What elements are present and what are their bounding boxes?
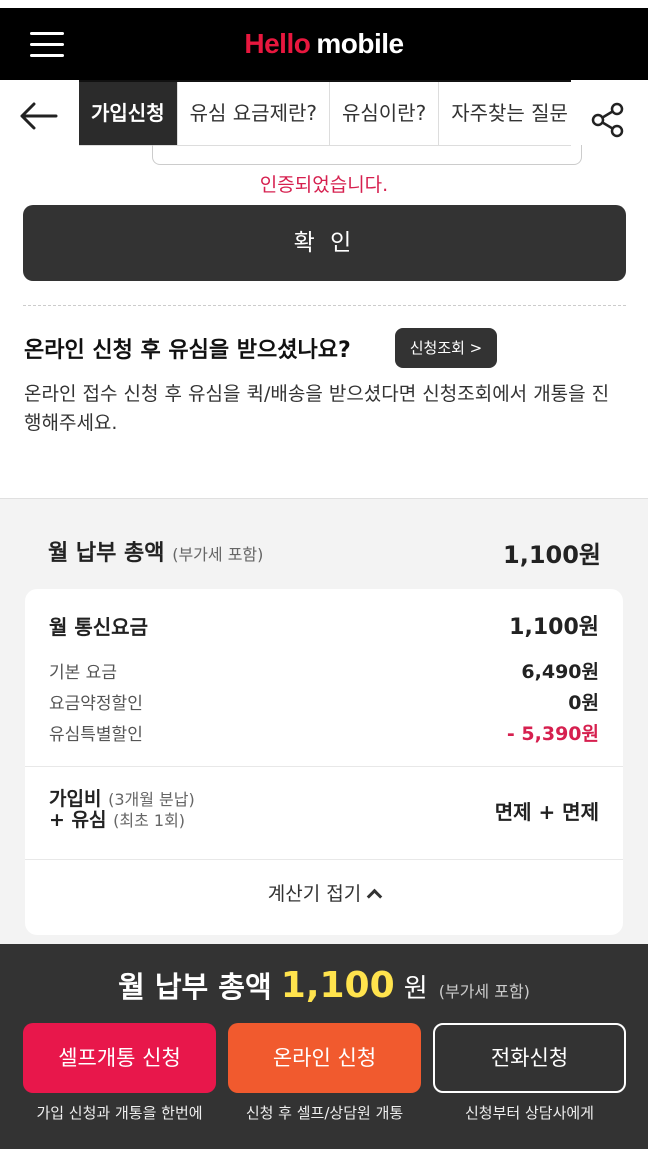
sim-fee-note: (최초 1회) xyxy=(113,811,186,830)
self-activation-sub: 가입 신청과 개통을 한번에 xyxy=(36,1104,203,1122)
tab-bar: 가입신청 유심 요금제란? 유심이란? 자주찾는 질문 xyxy=(79,80,571,146)
logo-mobile: mobile xyxy=(316,28,404,59)
sim-received-title: 온라인 신청 후 유심을 받으셨나요? xyxy=(24,338,351,363)
fee-breakdown-card: 월 통신요금 1,100원 기본 요금 6,490원 요금약정할인 0원 유심특… xyxy=(25,589,623,935)
logo-hello: Hello xyxy=(244,28,311,59)
fee-item-base: 기본 요금 6,490원 xyxy=(49,657,599,684)
app-header: Hello mobile xyxy=(0,8,648,80)
fee-item-contract-discount: 요금약정할인 0원 xyxy=(49,688,599,715)
card-divider xyxy=(25,859,623,860)
verification-input-bottom[interactable] xyxy=(152,145,582,165)
bottom-total-unit: 원 xyxy=(403,974,428,1004)
join-fee-row: 가입비 (3개월 분납) + 유심 (최초 1회) 면제 + 면제 xyxy=(49,789,599,831)
bottom-total-amount: 1,100 xyxy=(280,965,395,1006)
monthly-total-label: 월 납부 총액 (부가세 포함) xyxy=(48,535,263,567)
join-fee-label: 가입비 xyxy=(49,788,102,810)
fee-item-label: 요금약정할인 xyxy=(49,694,143,714)
fee-item-value: 6,490원 xyxy=(521,661,599,683)
card-divider xyxy=(25,766,623,767)
sim-received-description: 온라인 접수 신청 후 유심을 퀵/배송을 받으셨다면 신청조회에서 개통을 진… xyxy=(24,383,610,434)
monthly-fee-label: 월 통신요금 xyxy=(49,614,148,639)
bottom-vat-note: (부가세 포함) xyxy=(438,982,530,1001)
fee-item-label: 기본 요금 xyxy=(49,663,117,683)
bottom-total-label: 월 납부 총액 xyxy=(118,970,272,1004)
chevron-up-icon xyxy=(366,888,383,905)
phone-apply-sub: 신청부터 상담사에게 xyxy=(465,1104,594,1122)
sim-fee-label: + 유심 xyxy=(49,809,107,831)
monthly-total-value: 1,100원 xyxy=(503,541,601,569)
fee-item-value: 0원 xyxy=(568,692,599,714)
tab-faq[interactable]: 자주찾는 질문 xyxy=(439,82,571,145)
tab-sim-plan[interactable]: 유심 요금제란? xyxy=(178,82,330,145)
bottom-action-panel: 월 납부 총액 1,100 원 (부가세 포함) 셀프개통 신청 온라인 신청 … xyxy=(0,944,648,1149)
back-arrow-icon[interactable] xyxy=(16,98,62,134)
self-activation-button[interactable]: 셀프개통 신청 xyxy=(23,1023,216,1093)
vat-note: (부가세 포함) xyxy=(172,545,264,564)
join-fee-labels: 가입비 (3개월 분납) + 유심 (최초 1회) xyxy=(49,789,195,831)
sub-navigation: 가입신청 유심 요금제란? 유심이란? 자주찾는 질문 xyxy=(0,80,648,148)
dashed-divider xyxy=(23,305,626,306)
fee-calculator: 월 납부 총액 (부가세 포함) 1,100원 월 통신요금 1,100원 기본… xyxy=(0,498,648,944)
status-bar xyxy=(0,0,648,8)
join-fee-note: (3개월 분납) xyxy=(108,790,195,809)
brand-logo[interactable]: Hello mobile xyxy=(0,28,648,60)
verified-message: 인증되었습니다. xyxy=(259,174,389,196)
join-fee-value: 면제 + 면제 xyxy=(494,799,599,824)
share-icon[interactable] xyxy=(590,102,626,138)
collapse-label: 계산기 접기 xyxy=(267,883,362,905)
confirm-button[interactable]: 확 인 xyxy=(23,205,626,281)
fee-item-sim-discount: 유심특별할인 - 5,390원 xyxy=(49,719,599,746)
fee-row: 월 통신요금 1,100원 xyxy=(49,609,599,641)
fee-item-value: - 5,390원 xyxy=(506,723,599,745)
tab-what-is-sim[interactable]: 유심이란? xyxy=(330,82,440,145)
collapse-calculator-button[interactable]: 계산기 접기 xyxy=(25,879,623,906)
monthly-total-title: 월 납부 총액 xyxy=(48,541,165,566)
online-apply-button[interactable]: 온라인 신청 xyxy=(228,1023,421,1093)
application-inquiry-button[interactable]: 신청조회 > xyxy=(395,328,497,368)
monthly-fee-value: 1,100원 xyxy=(509,615,599,640)
fee-item-label: 유심특별할인 xyxy=(49,725,143,745)
online-apply-sub: 신청 후 셀프/상담원 개통 xyxy=(245,1104,404,1122)
tab-signup[interactable]: 가입신청 xyxy=(79,82,178,145)
phone-apply-button[interactable]: 전화신청 xyxy=(433,1023,626,1093)
bottom-total: 월 납부 총액 1,100 원 (부가세 포함) xyxy=(0,964,648,1006)
